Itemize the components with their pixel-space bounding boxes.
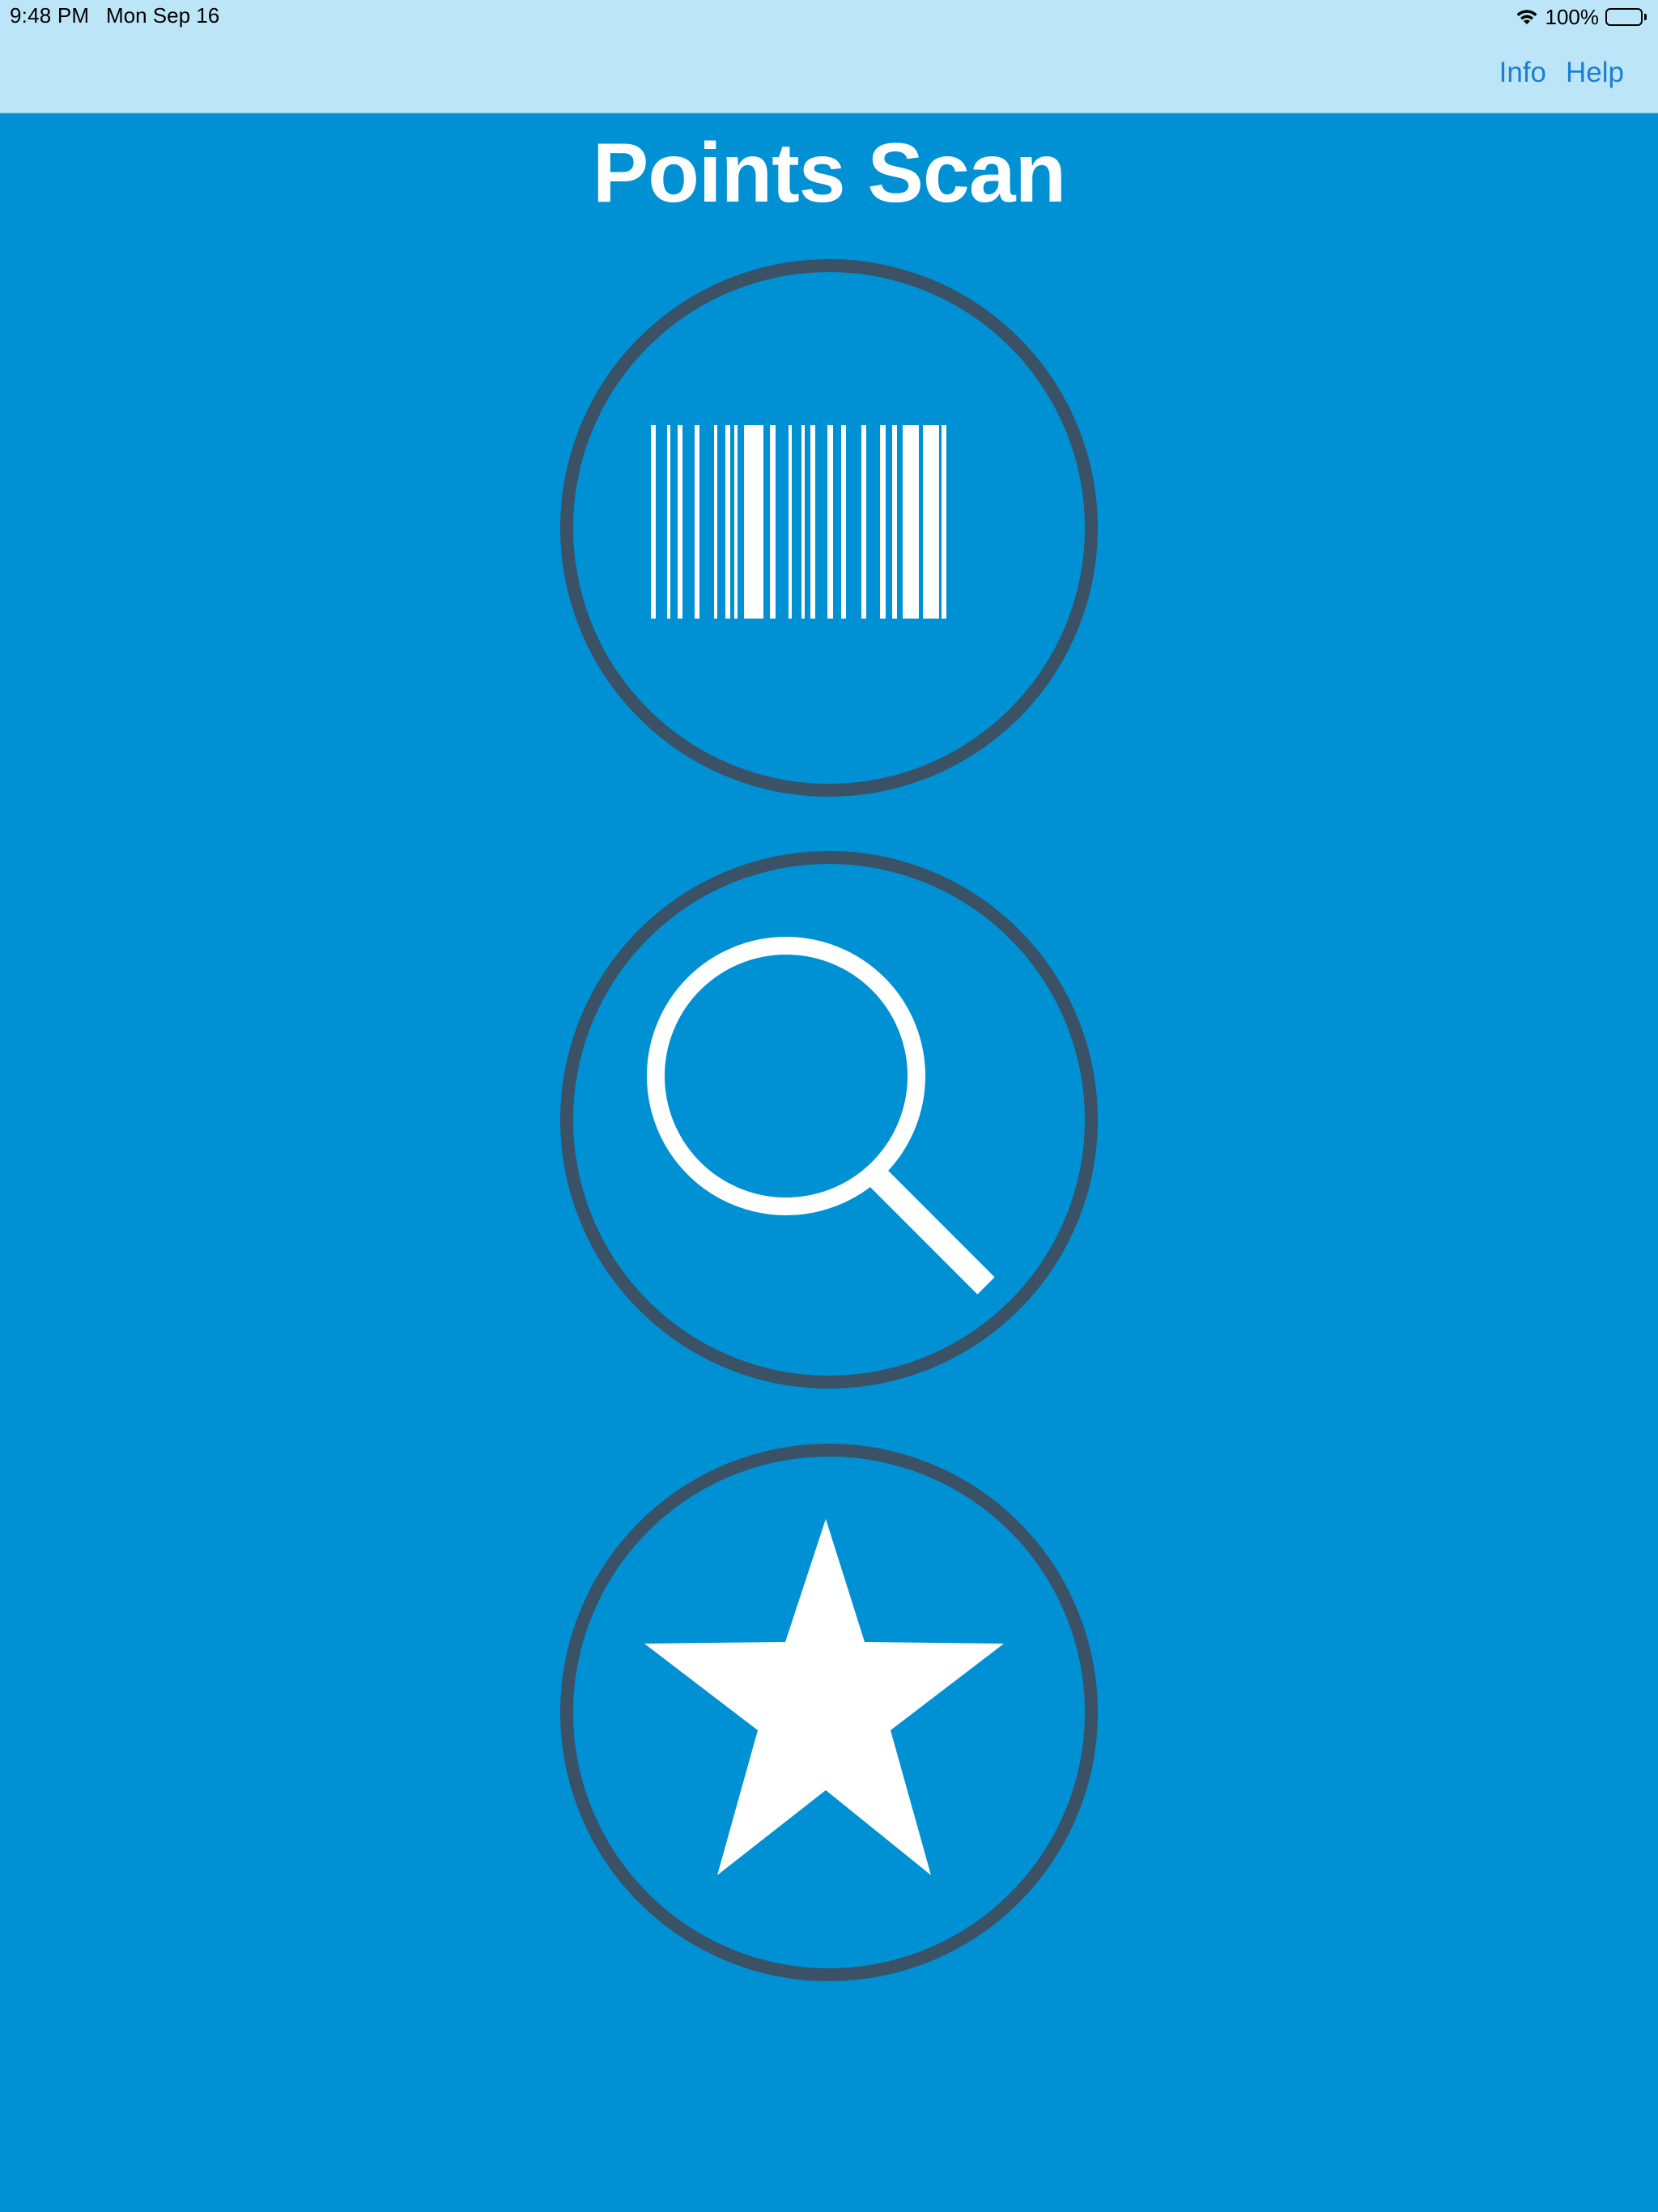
info-button[interactable]: Info [1499, 57, 1546, 89]
battery-percent: 100% [1545, 4, 1600, 29]
magnifying-glass-icon [647, 937, 995, 1295]
scan-barcode-button[interactable] [560, 259, 1098, 797]
status-date: Mon Sep 16 [106, 3, 220, 28]
star-icon [644, 1519, 1004, 1875]
battery-icon [1605, 8, 1647, 26]
top-bar: 9:48 PM Mon Sep 16 100% Info Help [0, 0, 1658, 113]
status-indicators: 100% [1515, 3, 1647, 31]
barcode-icon [651, 425, 946, 619]
wifi-icon [1515, 8, 1539, 26]
page-title: Points Scan [592, 126, 1066, 220]
nav-links: Info Help [1499, 57, 1624, 89]
help-button[interactable]: Help [1566, 57, 1624, 89]
status-time: 9:48 PM [10, 3, 90, 28]
search-button[interactable] [560, 851, 1098, 1389]
favorites-button[interactable] [560, 1444, 1098, 1981]
